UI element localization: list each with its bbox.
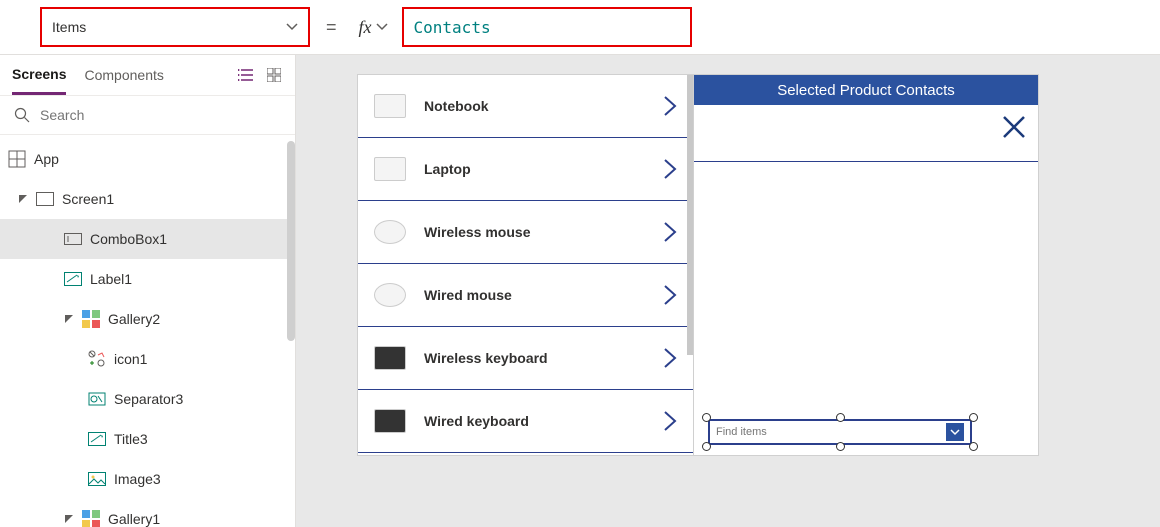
tree-search: [0, 95, 295, 135]
resize-handle[interactable]: [836, 442, 845, 451]
gallery-item-title: Wireless keyboard: [424, 350, 645, 366]
gallery-item[interactable]: Wired mouse: [358, 264, 693, 327]
gallery-item[interactable]: Wireless keyboard: [358, 327, 693, 390]
separator-line: [694, 161, 1038, 162]
tree-item-icon1[interactable]: icon1: [0, 339, 295, 379]
tree-label: Screen1: [62, 191, 114, 207]
chevron-down-icon: [286, 21, 298, 33]
tree-panel: Screens Components App: [0, 55, 296, 527]
tree-options-icon[interactable]: [237, 66, 255, 84]
expand-icon[interactable]: [64, 514, 74, 524]
product-thumb: [374, 283, 406, 307]
tree-label: Gallery1: [108, 511, 160, 527]
product-thumb: [374, 220, 406, 244]
property-dropdown[interactable]: Items: [40, 7, 310, 47]
tree-label: Separator3: [114, 391, 183, 407]
product-thumb: [374, 409, 406, 433]
right-pane: Selected Product Contacts: [694, 75, 1038, 455]
tree-label: ComboBox1: [90, 231, 167, 247]
main-area: Screens Components App: [0, 55, 1160, 527]
resize-handle[interactable]: [836, 413, 845, 422]
tree-label: Label1: [90, 271, 132, 287]
resize-handle[interactable]: [969, 413, 978, 422]
tab-screens[interactable]: Screens: [12, 55, 66, 95]
tree-label: Image3: [114, 471, 161, 487]
formula-bar: Items = fx: [0, 0, 1160, 55]
fx-label: fx: [359, 17, 372, 38]
formula-input-container: [402, 7, 692, 47]
chevron-right-icon: [663, 95, 677, 117]
combobox-text[interactable]: [716, 426, 946, 438]
tree-item-separator3[interactable]: Separator3: [0, 379, 295, 419]
tab-components[interactable]: Components: [84, 55, 163, 95]
equals-label: =: [326, 17, 337, 38]
gallery-item[interactable]: Wired keyboard: [358, 390, 693, 453]
app-preview: Notebook Laptop Wireless mouse Wired mou…: [358, 75, 1038, 455]
chevron-right-icon: [663, 221, 677, 243]
panel-tabs: Screens Components: [0, 55, 295, 95]
tree-view: App Screen1 ComboBox1 Label1 Gallery2: [0, 135, 295, 527]
tree-item-screen1[interactable]: Screen1: [0, 179, 295, 219]
chevron-down-icon[interactable]: [946, 423, 964, 441]
gallery-item[interactable]: Laptop: [358, 138, 693, 201]
property-name: Items: [52, 19, 86, 35]
pane-header: Selected Product Contacts: [694, 75, 1038, 105]
gallery-item-title: Wired mouse: [424, 287, 645, 303]
gallery-item[interactable]: Wireless mouse: [358, 201, 693, 264]
scrollbar[interactable]: [287, 141, 295, 341]
tree-label: App: [34, 151, 59, 167]
chevron-right-icon: [663, 284, 677, 306]
grid-view-icon[interactable]: [265, 66, 283, 84]
resize-handle[interactable]: [702, 413, 711, 422]
chevron-right-icon: [663, 347, 677, 369]
tree-item-combobox1[interactable]: ComboBox1: [0, 219, 295, 259]
gallery-item[interactable]: Notebook: [358, 75, 693, 138]
resize-handle[interactable]: [969, 442, 978, 451]
resize-handle[interactable]: [702, 442, 711, 451]
formula-input[interactable]: [414, 18, 680, 37]
tree-item-image3[interactable]: Image3: [0, 459, 295, 499]
tree-item-gallery1[interactable]: Gallery1: [0, 499, 295, 527]
expand-icon[interactable]: [64, 314, 74, 324]
tree-item-title3[interactable]: Title3: [0, 419, 295, 459]
tree-label: Title3: [114, 431, 148, 447]
gallery-item-title: Wireless mouse: [424, 224, 645, 240]
combobox-selected[interactable]: [706, 417, 974, 447]
tree-item-app[interactable]: App: [0, 139, 295, 179]
product-thumb: [374, 94, 406, 118]
canvas: Notebook Laptop Wireless mouse Wired mou…: [296, 55, 1160, 527]
search-input[interactable]: [40, 107, 281, 123]
product-thumb: [374, 157, 406, 181]
gallery-item-title: Laptop: [424, 161, 645, 177]
gallery-list[interactable]: Notebook Laptop Wireless mouse Wired mou…: [358, 75, 694, 455]
gallery-item-title: Notebook: [424, 98, 645, 114]
chevron-down-icon: [376, 21, 388, 33]
tree-label: Gallery2: [108, 311, 160, 327]
chevron-right-icon: [663, 158, 677, 180]
product-thumb: [374, 346, 406, 370]
close-icon[interactable]: [1000, 113, 1028, 144]
gallery-item-title: Wired keyboard: [424, 413, 645, 429]
search-icon: [14, 107, 30, 123]
tree-item-gallery2[interactable]: Gallery2: [0, 299, 295, 339]
chevron-right-icon: [663, 410, 677, 432]
scrollbar[interactable]: [687, 75, 693, 355]
fx-dropdown[interactable]: fx: [353, 7, 394, 47]
expand-icon[interactable]: [18, 194, 28, 204]
tree-item-label1[interactable]: Label1: [0, 259, 295, 299]
tree-label: icon1: [114, 351, 147, 367]
